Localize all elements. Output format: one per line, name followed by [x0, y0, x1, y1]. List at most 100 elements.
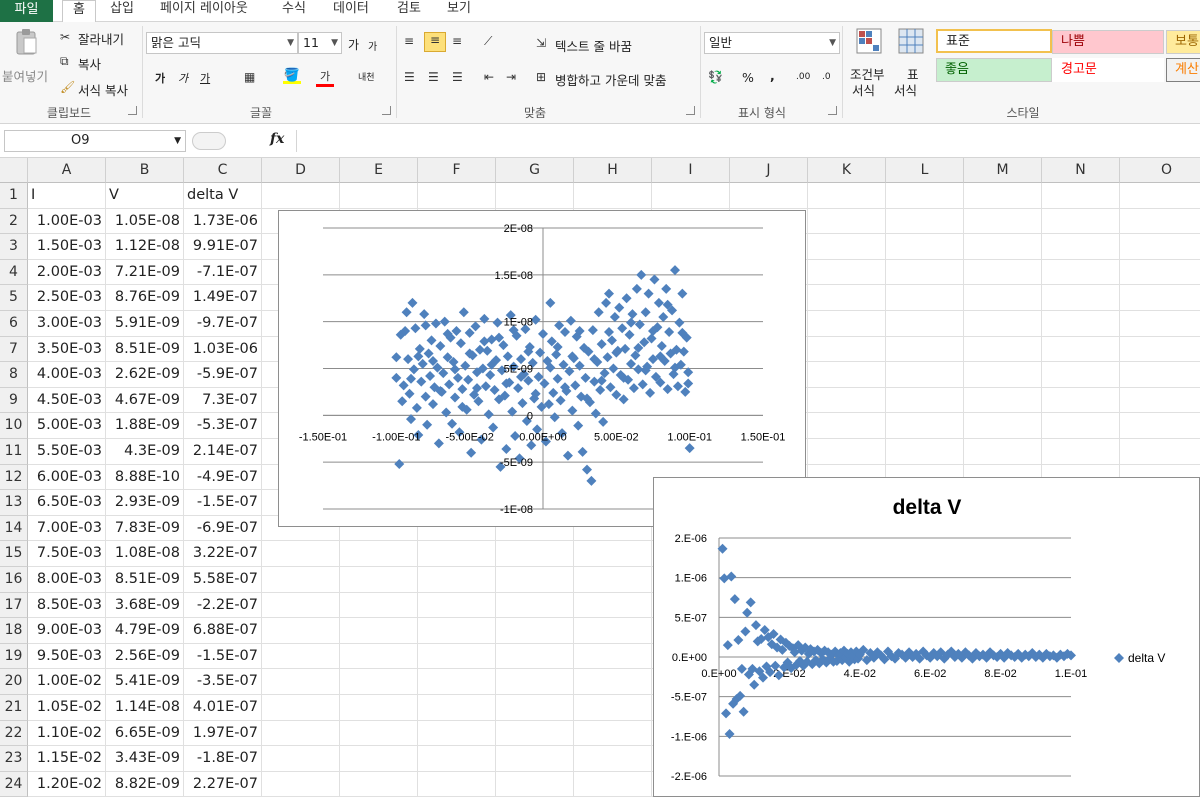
empty-cell[interactable]: [964, 336, 1042, 363]
empty-cell[interactable]: [1042, 336, 1120, 363]
empty-cell[interactable]: [574, 695, 652, 721]
empty-cell[interactable]: [1120, 439, 1200, 465]
align-left-icon[interactable]: ☰: [404, 70, 415, 84]
style-calculation[interactable]: 계산: [1166, 58, 1200, 82]
empty-cell[interactable]: [808, 208, 886, 235]
empty-cell[interactable]: [808, 234, 886, 260]
empty-cell[interactable]: [340, 669, 418, 695]
empty-cell[interactable]: [1042, 208, 1120, 235]
empty-cell[interactable]: [574, 669, 652, 695]
font-name-select[interactable]: 맑은 고딕 ▼: [146, 32, 298, 54]
empty-cell[interactable]: [418, 567, 496, 593]
table-cell[interactable]: -1.5E-07: [184, 643, 262, 670]
empty-cell[interactable]: [1042, 387, 1120, 414]
table-cell[interactable]: 5.41E-09: [106, 669, 184, 695]
align-bottom-icon[interactable]: ≡: [452, 34, 462, 48]
table-cell[interactable]: 4.3E-09: [106, 439, 184, 465]
empty-cell[interactable]: [808, 362, 886, 388]
row-header[interactable]: 4: [0, 259, 28, 286]
empty-cell[interactable]: [496, 695, 574, 721]
table-cell[interactable]: 2.27E-07: [184, 771, 262, 797]
table-cell[interactable]: 5.58E-07: [184, 567, 262, 593]
empty-cell[interactable]: [340, 720, 418, 747]
table-cell[interactable]: 7.00E-03: [28, 515, 106, 542]
empty-cell[interactable]: [574, 643, 652, 670]
table-cell[interactable]: 1.05E-08: [106, 208, 184, 235]
table-cell[interactable]: 1.14E-08: [106, 695, 184, 721]
row-header[interactable]: 5: [0, 285, 28, 311]
empty-cell[interactable]: [262, 695, 340, 721]
row-header[interactable]: 13: [0, 490, 28, 516]
align-right-icon[interactable]: ☰: [452, 70, 463, 84]
increase-decimal-button[interactable]: .00: [796, 72, 810, 82]
empty-cell[interactable]: [574, 720, 652, 747]
table-cell[interactable]: -3.5E-07: [184, 669, 262, 695]
align-top-icon[interactable]: ≡: [404, 34, 414, 48]
empty-cell[interactable]: [1042, 413, 1120, 439]
table-cell[interactable]: 5.50E-03: [28, 439, 106, 465]
table-cell[interactable]: 3.00E-03: [28, 311, 106, 337]
border-icon[interactable]: ▦: [244, 70, 255, 84]
table-cell[interactable]: 3.50E-03: [28, 336, 106, 363]
column-header-h[interactable]: H: [574, 158, 652, 183]
conditional-format-icon[interactable]: [856, 28, 882, 54]
column-header-g[interactable]: G: [496, 158, 574, 183]
empty-cell[interactable]: [1120, 209, 1200, 235]
empty-cell[interactable]: [496, 541, 574, 567]
row-header[interactable]: 8: [0, 362, 28, 388]
name-box[interactable]: O9 ▼: [4, 130, 186, 152]
empty-cell[interactable]: [1042, 311, 1120, 337]
empty-cell[interactable]: [808, 183, 886, 209]
empty-cell[interactable]: [340, 746, 418, 772]
empty-cell[interactable]: [808, 259, 886, 286]
empty-cell[interactable]: [262, 592, 340, 619]
table-cell[interactable]: 6.00E-03: [28, 464, 106, 491]
row-header[interactable]: 22: [0, 720, 28, 747]
table-cell[interactable]: 1.05E-02: [28, 695, 106, 721]
style-normal[interactable]: 표준: [936, 29, 1052, 53]
empty-cell[interactable]: [1120, 311, 1200, 337]
style-good[interactable]: 좋음: [936, 58, 1052, 82]
row-header[interactable]: 23: [0, 746, 28, 772]
row-header[interactable]: 11: [0, 439, 28, 465]
shrink-font-button[interactable]: 가: [368, 38, 377, 53]
table-cell[interactable]: 1.50E-03: [28, 234, 106, 260]
copy-button[interactable]: 복사: [78, 54, 101, 73]
empty-cell[interactable]: [964, 234, 1042, 260]
table-cell[interactable]: 1.12E-08: [106, 234, 184, 260]
empty-cell[interactable]: [262, 771, 340, 797]
tab-review[interactable]: 검토: [397, 0, 421, 22]
number-launcher-icon[interactable]: [828, 106, 837, 115]
cut-button[interactable]: 잘라내기: [78, 29, 124, 48]
empty-cell[interactable]: [418, 720, 496, 747]
underline-button[interactable]: 가: [200, 70, 210, 86]
column-header-i[interactable]: I: [652, 158, 730, 183]
italic-button[interactable]: 가: [178, 70, 188, 86]
table-cell[interactable]: 3.68E-09: [106, 592, 184, 619]
empty-cell[interactable]: [496, 643, 574, 670]
comma-button[interactable]: ,: [770, 68, 775, 83]
table-cell[interactable]: 1.49E-07: [184, 285, 262, 311]
empty-cell[interactable]: [808, 311, 886, 337]
table-cell[interactable]: 5.91E-09: [106, 311, 184, 337]
table-cell[interactable]: 2.00E-03: [28, 259, 106, 286]
empty-cell[interactable]: [1042, 183, 1120, 209]
table-cell[interactable]: 4.67E-09: [106, 387, 184, 414]
row-header[interactable]: 12: [0, 464, 28, 491]
tab-formulas[interactable]: 수식: [282, 0, 306, 22]
row-header[interactable]: 17: [0, 592, 28, 619]
empty-cell[interactable]: [418, 618, 496, 644]
tab-data[interactable]: 데이터: [333, 0, 369, 22]
empty-cell[interactable]: [418, 592, 496, 619]
empty-cell[interactable]: [496, 746, 574, 772]
empty-cell[interactable]: [886, 387, 964, 414]
table-cell[interactable]: 8.82E-09: [106, 771, 184, 797]
empty-cell[interactable]: [496, 592, 574, 619]
row-header[interactable]: 14: [0, 515, 28, 542]
row-header[interactable]: 24: [0, 771, 28, 797]
table-cell[interactable]: -9.7E-07: [184, 311, 262, 337]
empty-cell[interactable]: [886, 362, 964, 388]
bold-button[interactable]: 가: [155, 70, 165, 86]
empty-cell[interactable]: [340, 541, 418, 567]
empty-cell[interactable]: [652, 183, 730, 209]
